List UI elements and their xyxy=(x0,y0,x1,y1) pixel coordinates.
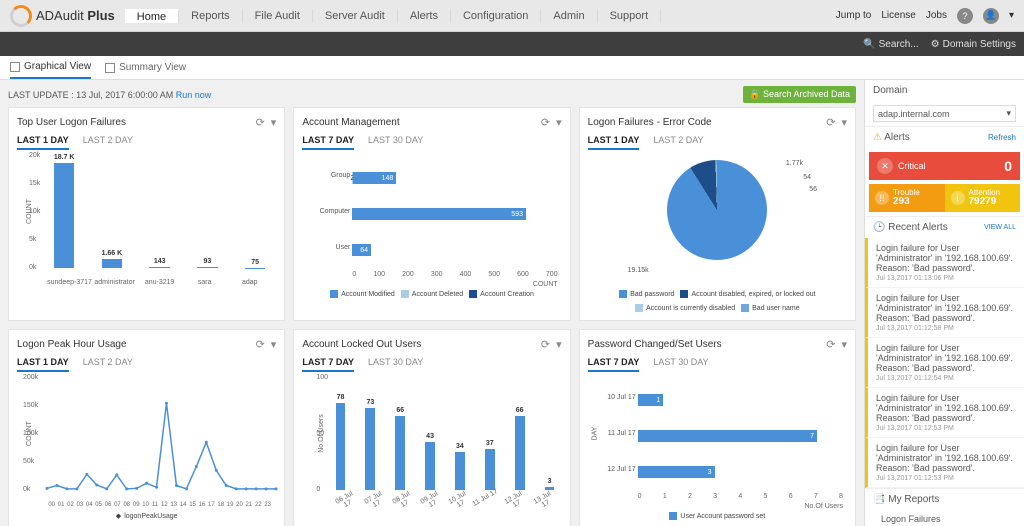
brand: ADAudit Plus xyxy=(0,5,125,27)
more-icon[interactable]: ▾ xyxy=(556,116,562,129)
run-now-link[interactable]: Run now xyxy=(176,90,212,100)
recent-alert-item[interactable]: Login failure for User 'Administrator' i… xyxy=(865,438,1024,488)
chart-locked: No.Of Users05010078736643343766306 Jul 1… xyxy=(302,378,561,508)
alert-attention[interactable]: iAttention79279 xyxy=(945,184,1021,212)
tab-admin[interactable]: Admin xyxy=(541,9,597,23)
my-report-item[interactable]: Logon Failures xyxy=(865,510,1024,526)
subbar: Search... Domain Settings xyxy=(0,32,1024,56)
refresh-icon[interactable]: ⟳ xyxy=(256,116,265,129)
recent-alert-item[interactable]: Login failure for User 'Administrator' i… xyxy=(865,238,1024,288)
link-license[interactable]: License xyxy=(881,10,915,21)
tab-last2[interactable]: LAST 2 DAY xyxy=(653,135,703,150)
tab-last30[interactable]: LAST 30 DAY xyxy=(653,357,708,372)
tab-home[interactable]: Home xyxy=(125,9,179,23)
search-archived-button[interactable]: Search Archived Data xyxy=(743,86,856,103)
tab-configuration[interactable]: Configuration xyxy=(451,9,541,23)
refresh-icon[interactable]: ⟳ xyxy=(541,338,550,351)
tab-file-audit[interactable]: File Audit xyxy=(243,9,313,23)
tab-alerts[interactable]: Alerts xyxy=(398,9,451,23)
chart-peak: COUNT0k50k100k150k200k000102030405060708… xyxy=(17,378,276,508)
card-title: Top User Logon Failures xyxy=(17,117,126,128)
tab-last2[interactable]: LAST 2 DAY xyxy=(83,135,133,150)
domain-settings[interactable]: Domain Settings xyxy=(931,39,1016,50)
last-update: LAST UPDATE : 13 Jul, 2017 6:00:00 AM xyxy=(8,90,173,100)
more-icon[interactable]: ▾ xyxy=(271,116,277,129)
user-menu-caret-icon[interactable]: ▾ xyxy=(1009,10,1014,21)
more-icon[interactable]: ▾ xyxy=(556,338,562,351)
refresh-icon[interactable]: ⟳ xyxy=(826,116,835,129)
topbar: ADAudit Plus HomeReportsFile AuditServer… xyxy=(0,0,1024,32)
alerts-refresh[interactable]: Refresh xyxy=(988,133,1016,142)
main-area: LAST UPDATE : 13 Jul, 2017 6:00:00 AM Ru… xyxy=(0,80,864,526)
recent-alert-item[interactable]: Login failure for User 'Administrator' i… xyxy=(865,338,1024,388)
view-all-link[interactable]: VIEW ALL xyxy=(984,224,1016,231)
tab-last1[interactable]: LAST 1 DAY xyxy=(17,135,69,150)
diamond-icon: ◆ xyxy=(116,512,121,520)
tab-last2[interactable]: LAST 2 DAY xyxy=(83,357,133,372)
warning-icon: ⚠ xyxy=(873,132,882,143)
card-title: Logon Failures - Error Code xyxy=(588,117,712,128)
refresh-icon[interactable]: ⟳ xyxy=(541,116,550,129)
top-links: Jump to License Jobs ? 👤 ▾ xyxy=(826,8,1024,24)
close-icon: ✕ xyxy=(877,158,893,174)
card-title: Account Locked Out Users xyxy=(302,339,421,350)
card-locked: Account Locked Out Users ⟳ ▾ LAST 7 DAY LA… xyxy=(293,329,570,526)
more-icon[interactable]: ▾ xyxy=(841,338,847,351)
tab-last7[interactable]: LAST 7 DAY xyxy=(302,135,354,150)
help-icon[interactable]: ? xyxy=(957,8,973,24)
card-acct-mgmt: Account Management ⟳ ▾ LAST 7 DAY LAST 30 … xyxy=(293,107,570,321)
reports-icon: 📑 xyxy=(873,494,885,505)
exclaim-icon: !! xyxy=(875,191,889,205)
side-panel: Domain adap.internal.com▾ ⚠ AlertsRefres… xyxy=(864,80,1024,526)
chart-top-failures: COUNT0k5k10k15k20k18.7 K1.66 K1439375sun… xyxy=(17,156,276,286)
view-summary[interactable]: Summary View xyxy=(105,62,186,73)
tab-last7[interactable]: LAST 7 DAY xyxy=(302,357,354,372)
tab-last1[interactable]: LAST 1 DAY xyxy=(588,135,640,150)
brand-logo-icon xyxy=(10,5,32,27)
tab-reports[interactable]: Reports xyxy=(179,9,243,23)
link-jobs[interactable]: Jobs xyxy=(926,10,947,21)
tab-last7[interactable]: LAST 7 DAY xyxy=(588,357,640,372)
recent-alert-item[interactable]: Login failure for User 'Administrator' i… xyxy=(865,288,1024,338)
chevron-down-icon: ▾ xyxy=(1006,108,1011,119)
user-menu-icon[interactable]: 👤 xyxy=(983,8,999,24)
card-error-code: Logon Failures - Error Code ⟳ ▾ LAST 1 DA… xyxy=(579,107,856,321)
domain-select[interactable]: adap.internal.com▾ xyxy=(873,105,1016,122)
nav-tabs: HomeReportsFile AuditServer AuditAlertsC… xyxy=(125,9,661,23)
refresh-icon[interactable]: ⟳ xyxy=(256,338,265,351)
link-jumpto[interactable]: Jump to xyxy=(836,10,872,21)
domain-label: Domain xyxy=(873,85,907,96)
tab-server-audit[interactable]: Server Audit xyxy=(313,9,398,23)
card-title: Account Management xyxy=(302,117,399,128)
tab-last30[interactable]: LAST 30 DAY xyxy=(368,135,423,150)
card-title: Logon Peak Hour Usage xyxy=(17,339,127,350)
tab-support[interactable]: Support xyxy=(598,9,662,23)
view-bar: Graphical View Summary View xyxy=(0,56,1024,80)
card-title: Password Changed/Set Users xyxy=(588,339,722,350)
info-icon: i xyxy=(951,191,965,205)
card-top-failures: Top User Logon Failures ⟳ ▾ LAST 1 DAY LAS… xyxy=(8,107,285,321)
chart-acct-mgmt: Group2148Computer593User6401002003004005… xyxy=(302,156,561,286)
view-graphical[interactable]: Graphical View xyxy=(10,56,91,79)
recent-alert-item[interactable]: Login failure for User 'Administrator' i… xyxy=(865,388,1024,438)
more-icon[interactable]: ▾ xyxy=(841,116,847,129)
graphical-icon xyxy=(10,62,20,72)
tab-last30[interactable]: LAST 30 DAY xyxy=(368,357,423,372)
refresh-icon[interactable]: ⟳ xyxy=(826,338,835,351)
alert-critical[interactable]: ✕Critical 0 xyxy=(869,152,1020,180)
chart-error-code: 19.15k1.77k5456 xyxy=(588,156,847,286)
clock-icon: 🕒 xyxy=(873,222,885,233)
brand-name: ADAudit Plus xyxy=(36,8,115,23)
tab-last1[interactable]: LAST 1 DAY xyxy=(17,357,69,372)
alert-trouble[interactable]: !!Trouble293 xyxy=(869,184,945,212)
card-peak: Logon Peak Hour Usage ⟳ ▾ LAST 1 DAY LAST … xyxy=(8,329,285,526)
summary-icon xyxy=(105,63,115,73)
global-search[interactable]: Search... xyxy=(863,39,918,50)
chart-pwd: 10 Jul 17111 Jul 17712 Jul 173012345678N… xyxy=(588,378,847,508)
more-icon[interactable]: ▾ xyxy=(271,338,277,351)
card-pwd: Password Changed/Set Users ⟳ ▾ LAST 7 DAY… xyxy=(579,329,856,526)
